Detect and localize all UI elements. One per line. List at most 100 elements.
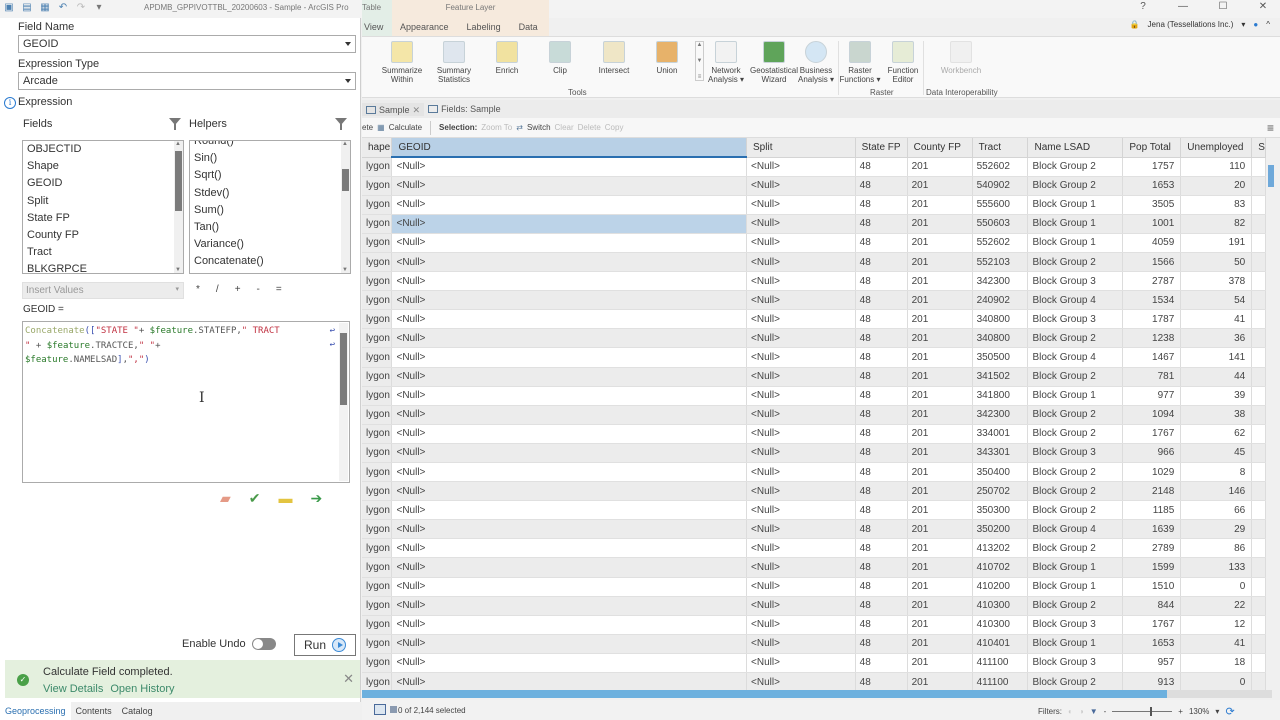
table-cell[interactable]: 39	[1180, 386, 1253, 406]
table-cell[interactable]: lygon	[362, 462, 393, 483]
table-cell[interactable]: Block Group 2	[1027, 424, 1124, 444]
table-row[interactable]: lygon <Null> <Null> 48 201 334001 Block Group …	[362, 424, 1266, 444]
table-cell[interactable]: 1094	[1122, 405, 1182, 425]
table-cell[interactable]: lygon	[362, 367, 393, 387]
table-cell[interactable]: 191	[1180, 233, 1253, 253]
column-header[interactable]: GEOID	[391, 138, 748, 158]
table-cell[interactable]: 410702	[972, 557, 1029, 578]
table-cell[interactable]: 48	[855, 157, 908, 177]
table-cell[interactable]: Block Group 3	[1027, 615, 1124, 635]
table-cell[interactable]: 340800	[972, 309, 1029, 330]
view-tab-fields-sample[interactable]: Fields: Sample	[424, 104, 505, 114]
table-cell[interactable]: 83	[1180, 195, 1253, 215]
table-cell[interactable]: Block Group 2	[1027, 672, 1124, 690]
pane-tab-geoprocessing[interactable]: Geoprocessing	[0, 702, 71, 720]
table-row[interactable]: lygon <Null> <Null> 48 201 342300 Block Group …	[362, 271, 1266, 292]
table-cell[interactable]: <Null>	[391, 176, 748, 196]
helper-list-item[interactable]: Variance()	[190, 236, 350, 253]
table-cell[interactable]: <Null>	[746, 347, 856, 368]
table-cell[interactable]: 410401	[972, 634, 1029, 654]
show-all-records-icon[interactable]	[374, 704, 386, 715]
table-cell[interactable]: <Null>	[746, 309, 856, 330]
table-cell[interactable]: Block Group 3	[1027, 271, 1124, 292]
table-cell[interactable]: 201	[907, 557, 973, 578]
table-cell[interactable]: Block Group 2	[1027, 252, 1124, 273]
view-tab-sample[interactable]: Sample ✕	[362, 102, 425, 116]
table-cell[interactable]: <Null>	[746, 538, 856, 559]
table-cell[interactable]: 201	[907, 538, 973, 559]
filter-time-icon[interactable]: ◑	[1079, 707, 1084, 716]
table-cell[interactable]: <Null>	[746, 233, 856, 253]
table-cell[interactable]: 1510	[1122, 577, 1182, 597]
table-cell[interactable]: <Null>	[746, 405, 856, 425]
delete-button[interactable]: Delete	[578, 123, 601, 132]
table-cell[interactable]: 201	[907, 290, 973, 311]
table-cell[interactable]: lygon	[362, 271, 393, 292]
table-cell[interactable]: 4059	[1122, 233, 1182, 253]
helpers-list-scrollbar[interactable]: ▲ ▼	[341, 141, 350, 273]
table-cell[interactable]: <Null>	[746, 157, 856, 177]
table-cell[interactable]: 550603	[972, 214, 1029, 234]
table-row[interactable]: lygon <Null> <Null> 48 201 411100 Block Group …	[362, 653, 1266, 674]
table-cell[interactable]: <Null>	[391, 615, 748, 635]
user-name[interactable]: Jena (Tessellations Inc.)	[1148, 20, 1234, 29]
summary-statistics-button[interactable]: Summary Statistics	[428, 41, 480, 84]
table-cell[interactable]: 48	[855, 424, 908, 444]
table-cell[interactable]: Block Group 2	[1027, 538, 1124, 559]
table-horizontal-scroll-thumb[interactable]	[362, 690, 1167, 698]
table-cell[interactable]: <Null>	[391, 309, 748, 330]
table-cell[interactable]: lygon	[362, 386, 393, 406]
field-list-item[interactable]: Tract	[23, 244, 183, 261]
table-cell[interactable]: <Null>	[746, 634, 856, 654]
table-cell[interactable]: 2787	[1122, 271, 1182, 292]
table-cell[interactable]: 48	[855, 615, 908, 635]
table-cell[interactable]: 1787	[1122, 309, 1182, 330]
table-cell[interactable]: 48	[855, 634, 908, 654]
table-cell[interactable]: 66	[1180, 500, 1253, 521]
table-cell[interactable]: 8	[1180, 462, 1253, 483]
table-cell[interactable]: 201	[907, 252, 973, 273]
table-row[interactable]: lygon <Null> <Null> 48 201 350300 Block Group …	[362, 500, 1266, 521]
table-cell[interactable]: 781	[1122, 367, 1182, 387]
table-row[interactable]: lygon <Null> <Null> 48 201 552103 Block Group …	[362, 252, 1266, 273]
table-cell[interactable]: 1029	[1122, 462, 1182, 483]
table-cell[interactable]: Block Group 3	[1027, 653, 1124, 674]
column-header[interactable]: hape	[362, 138, 393, 158]
table-cell[interactable]: <Null>	[391, 290, 748, 311]
table-cell[interactable]: 201	[907, 596, 973, 616]
table-cell[interactable]: 201	[907, 481, 973, 502]
table-row[interactable]: lygon <Null> <Null> 48 201 343301 Block Group …	[362, 443, 1266, 464]
table-cell[interactable]: 48	[855, 233, 908, 253]
table-cell[interactable]: <Null>	[746, 195, 856, 215]
table-cell[interactable]: <Null>	[746, 328, 856, 349]
table-cell[interactable]: Block Group 4	[1027, 519, 1124, 540]
table-cell[interactable]: <Null>	[391, 386, 748, 406]
clip-button[interactable]: Clip	[534, 41, 586, 75]
table-cell[interactable]: 82	[1180, 214, 1253, 234]
table-cell[interactable]: 201	[907, 653, 973, 674]
table-cell[interactable]: 48	[855, 481, 908, 502]
table-cell[interactable]: lygon	[362, 615, 393, 635]
table-cell[interactable]: 540902	[972, 176, 1029, 196]
table-cell[interactable]: 48	[855, 557, 908, 578]
table-cell[interactable]: lygon	[362, 557, 393, 578]
table-cell[interactable]: 48	[855, 176, 908, 196]
table-cell[interactable]: 1238	[1122, 328, 1182, 349]
show-selected-records-icon[interactable]	[390, 706, 397, 713]
expression-editor-scroll-thumb[interactable]	[340, 333, 347, 405]
table-cell[interactable]: lygon	[362, 347, 393, 368]
intersect-button[interactable]: Intersect	[588, 41, 640, 75]
table-cell[interactable]: 50	[1180, 252, 1253, 273]
info-icon[interactable]: i	[4, 97, 16, 109]
table-cell[interactable]: 201	[907, 157, 973, 177]
table-cell[interactable]: <Null>	[391, 672, 748, 690]
table-row[interactable]: lygon <Null> <Null> 48 201 555600 Block Group …	[362, 195, 1266, 215]
delete-field-partial-button[interactable]: ete	[362, 123, 373, 132]
table-cell[interactable]: 48	[855, 386, 908, 406]
field-list-item[interactable]: Split	[23, 193, 183, 210]
zoom-in-button[interactable]: +	[1178, 707, 1183, 716]
close-tab-icon[interactable]: ✕	[413, 105, 421, 116]
table-cell[interactable]: 133	[1180, 557, 1253, 578]
table-cell[interactable]: <Null>	[746, 577, 856, 597]
table-cell[interactable]: <Null>	[746, 424, 856, 444]
